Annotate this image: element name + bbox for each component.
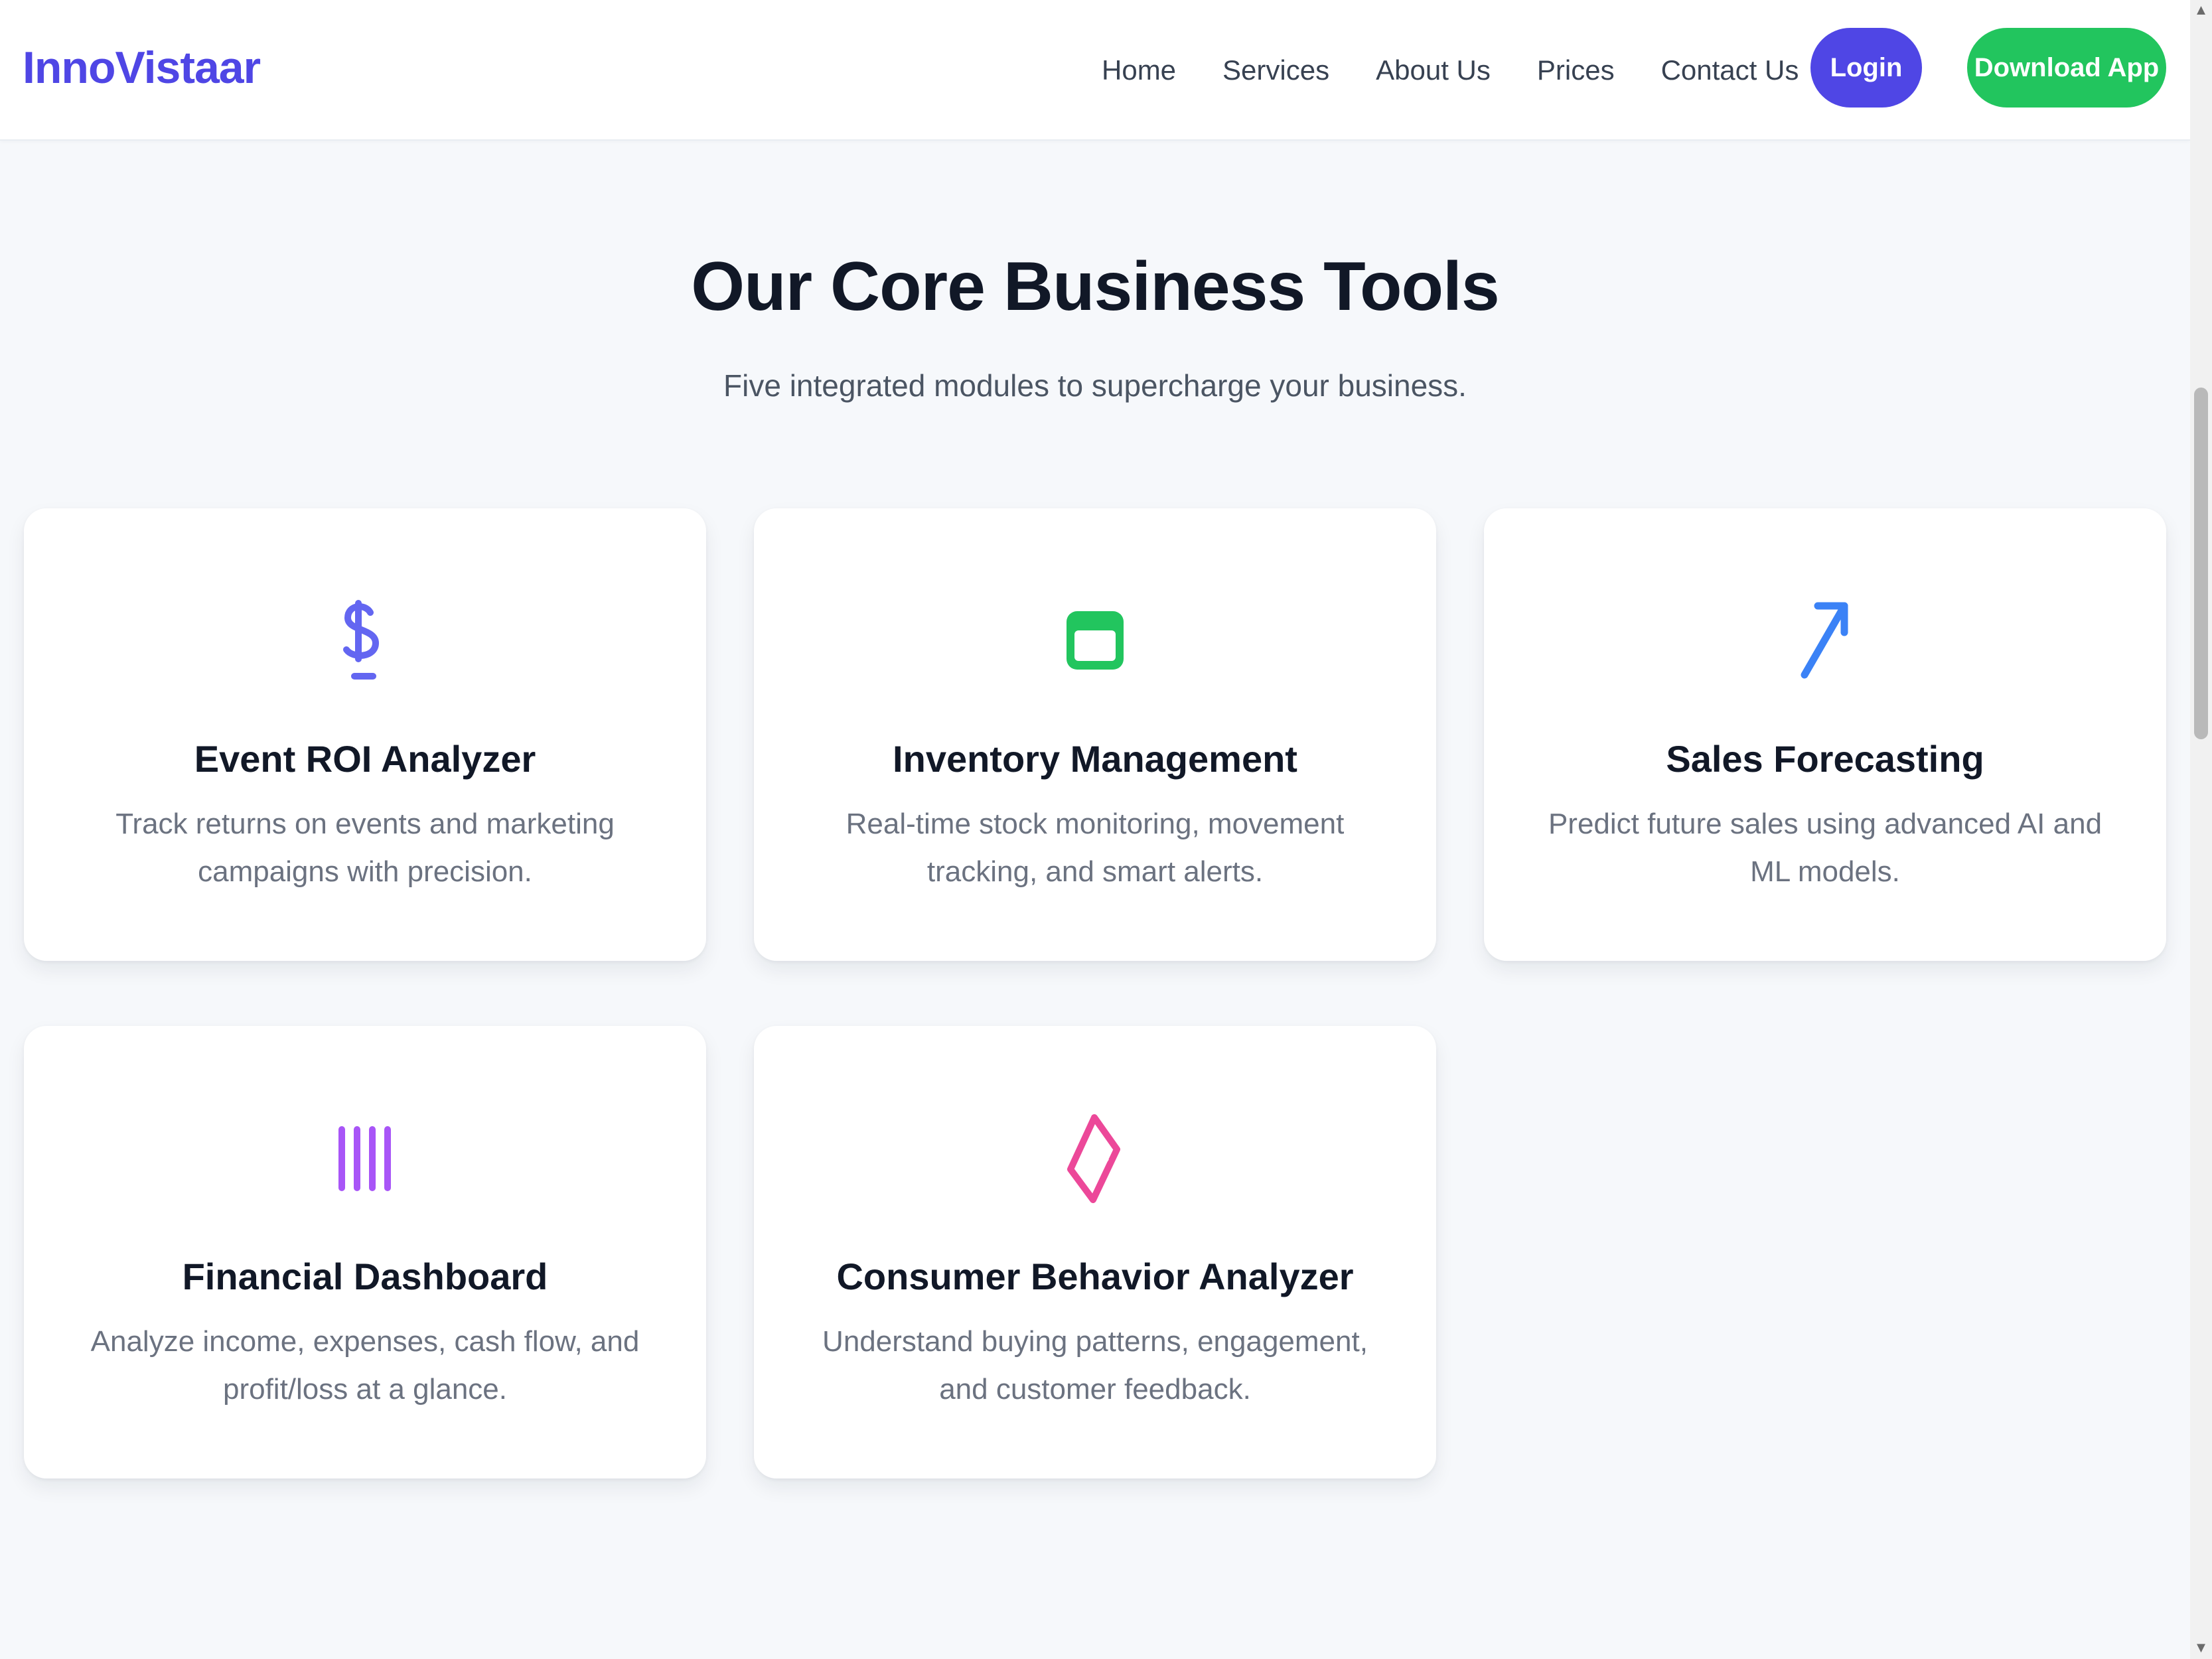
- scrollbar-thumb[interactable]: [2194, 388, 2208, 739]
- top-navbar: InnoVistaar Home Services About Us Price…: [0, 0, 2190, 141]
- vertical-scrollbar[interactable]: ▲ ▼: [2190, 0, 2212, 1659]
- card-title: Consumer Behavior Analyzer: [836, 1256, 1354, 1297]
- scroll-down-arrow-icon[interactable]: ▼: [2190, 1638, 2212, 1658]
- card-title: Financial Dashboard: [182, 1256, 548, 1297]
- section-title: Our Core Business Tools: [691, 248, 1500, 325]
- vertical-bars-icon: [24, 1112, 706, 1205]
- card-title: Event ROI Analyzer: [194, 738, 536, 780]
- nav-contact-us[interactable]: Contact Us: [1661, 53, 1799, 88]
- card-sales-forecasting[interactable]: Sales Forecasting Predict future sales u…: [1484, 508, 2166, 961]
- main-nav: Home Services About Us Prices Contact Us: [1102, 0, 1845, 141]
- nav-services[interactable]: Services: [1222, 53, 1329, 88]
- login-button[interactable]: Login: [1810, 28, 1922, 108]
- diamond-chevron-icon: [754, 1112, 1436, 1205]
- card-description: Understand buying patterns, engagement, …: [822, 1325, 1368, 1406]
- card-financial-dashboard[interactable]: Financial Dashboard Analyze income, expe…: [24, 1026, 706, 1479]
- card-description: Predict future sales using advanced AI a…: [1548, 808, 2102, 888]
- download-app-button[interactable]: Download App: [1967, 28, 2166, 108]
- card-title: Sales Forecasting: [1666, 738, 1984, 780]
- dollar-sign-icon: [24, 595, 706, 687]
- section-subtitle: Five integrated modules to supercharge y…: [723, 368, 1467, 403]
- brand-logo[interactable]: InnoVistaar: [23, 41, 261, 94]
- window-box-icon: [754, 595, 1436, 687]
- nav-about-us[interactable]: About Us: [1376, 53, 1491, 88]
- card-description: Real-time stock monitoring, movement tra…: [846, 808, 1345, 888]
- card-description: Track returns on events and marketing ca…: [115, 808, 615, 888]
- arrow-up-right-icon: [1484, 595, 2166, 687]
- nav-home[interactable]: Home: [1102, 53, 1176, 88]
- card-consumer-behavior-analyzer[interactable]: Consumer Behavior Analyzer Understand bu…: [754, 1026, 1436, 1479]
- card-inventory-management[interactable]: Inventory Management Real-time stock mon…: [754, 508, 1436, 961]
- scroll-up-arrow-icon[interactable]: ▲: [2190, 0, 2212, 20]
- nav-prices[interactable]: Prices: [1537, 53, 1615, 88]
- card-event-roi-analyzer[interactable]: Event ROI Analyzer Track returns on even…: [24, 508, 706, 961]
- card-description: Analyze income, expenses, cash flow, and…: [90, 1325, 640, 1406]
- card-title: Inventory Management: [893, 738, 1297, 780]
